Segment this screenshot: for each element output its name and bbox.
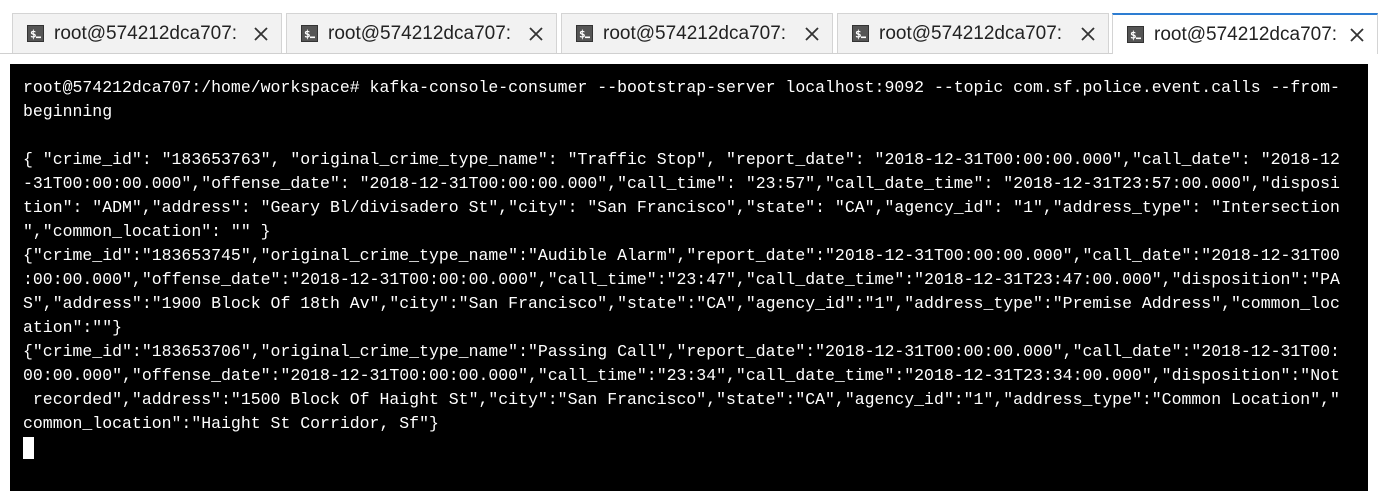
svg-text:$: $ — [1130, 29, 1137, 42]
terminal-line: :00:00.000","offense_date":"2018-12-31T0… — [23, 270, 1340, 289]
tab-title: root@574212dca707: — [603, 22, 787, 44]
terminal-line: tion": "ADM","address": "Geary Bl/divisa… — [23, 198, 1340, 217]
terminal-icon: $ — [301, 25, 318, 42]
terminal-icon: $ — [1127, 26, 1144, 43]
tab-terminal-5-active[interactable]: $ root@574212dca707: — [1112, 13, 1378, 54]
tab-title: root@574212dca707: — [879, 22, 1063, 44]
svg-text:$: $ — [30, 28, 37, 41]
tab-bar: $ root@574212dca707: $ root@574212dca707… — [0, 0, 1378, 54]
tab-terminal-1[interactable]: $ root@574212dca707: — [12, 13, 282, 53]
terminal-line: -31T00:00:00.000","offense_date": "2018-… — [23, 174, 1340, 193]
terminal-line: 00:00.000","offense_date":"2018-12-31T00… — [23, 366, 1340, 385]
terminal-line: root@574212dca707:/home/workspace# kafka… — [23, 78, 1340, 97]
terminal-line: beginning — [23, 102, 113, 121]
close-icon[interactable] — [804, 26, 820, 42]
terminal-line: ","common_location": "" } — [23, 222, 271, 241]
tab-title: root@574212dca707: — [328, 22, 512, 44]
terminal-cursor — [23, 437, 34, 459]
close-icon[interactable] — [253, 26, 269, 42]
terminal-line: ation":""} — [23, 318, 123, 337]
close-icon[interactable] — [1080, 26, 1096, 42]
tab-terminal-2[interactable]: $ root@574212dca707: — [286, 13, 557, 53]
terminal-output[interactable]: root@574212dca707:/home/workspace# kafka… — [10, 64, 1368, 491]
terminal-icon: $ — [27, 25, 44, 42]
terminal-line: common_location":"Haight St Corridor, Sf… — [23, 414, 439, 433]
svg-text:$: $ — [579, 28, 586, 41]
svg-text:$: $ — [304, 28, 311, 41]
terminal-line: { "crime_id": "183653763", "original_cri… — [23, 150, 1340, 169]
tab-terminal-3[interactable]: $ root@574212dca707: — [561, 13, 833, 53]
terminal-icon: $ — [852, 25, 869, 42]
tab-title: root@574212dca707: — [54, 22, 238, 44]
svg-text:$: $ — [855, 28, 862, 41]
close-icon[interactable] — [528, 26, 544, 42]
close-icon[interactable] — [1349, 27, 1365, 43]
tab-title: root@574212dca707: — [1154, 23, 1338, 45]
tab-terminal-4[interactable]: $ root@574212dca707: — [837, 13, 1109, 53]
terminal-line: recorded","address":"1500 Block Of Haigh… — [23, 390, 1340, 409]
terminal-line: S","address":"1900 Block Of 18th Av","ci… — [23, 294, 1340, 313]
terminal-line: {"crime_id":"183653706","original_crime_… — [23, 342, 1340, 361]
terminal-line: {"crime_id":"183653745","original_crime_… — [23, 246, 1340, 265]
terminal-window: $ root@574212dca707: $ root@574212dca707… — [0, 0, 1378, 491]
terminal-icon: $ — [576, 25, 593, 42]
